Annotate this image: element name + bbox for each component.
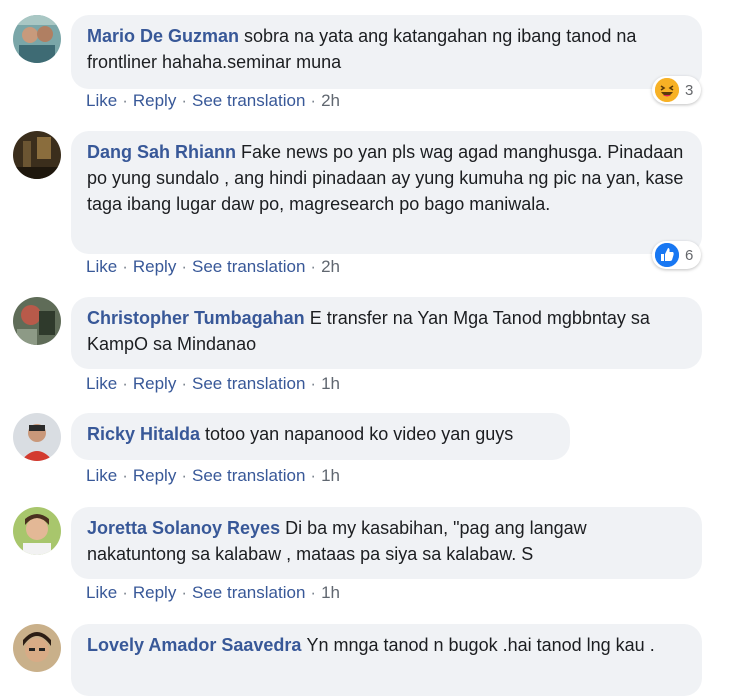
reply-link[interactable]: Reply	[133, 374, 176, 393]
haha-icon	[655, 78, 679, 102]
reaction-badge[interactable]: 3	[652, 76, 702, 104]
comment-author[interactable]: Dang Sah Rhiann	[87, 142, 236, 162]
comment-bubble: Christopher Tumbagahan E transfer na Yan …	[71, 297, 702, 369]
comment-bubble: Joretta Solanoy Reyes Di ba my kasabihan,…	[71, 507, 702, 579]
like-link[interactable]: Like	[86, 583, 117, 602]
comment-bubble: Ricky Hitalda totoo yan napanood ko video…	[71, 413, 570, 460]
comment-author[interactable]: Joretta Solanoy Reyes	[87, 518, 280, 538]
comment-text: Yn mnga tanod n bugok .hai tanod lng kau…	[306, 635, 655, 655]
timestamp[interactable]: 2h	[321, 91, 340, 110]
timestamp[interactable]: 1h	[321, 583, 340, 602]
avatar[interactable]	[13, 624, 61, 672]
comment-actions: Like · Reply · See translation · 1h	[86, 374, 340, 393]
comment-bubble: Lovely Amador Saavedra Yn mnga tanod n bu…	[71, 624, 702, 696]
comment-bubble: Mario De Guzman sobra na yata ang katanga…	[71, 15, 702, 89]
comment-actions: Like · Reply · See translation · 2h	[86, 91, 340, 110]
reply-link[interactable]: Reply	[133, 91, 176, 110]
reaction-badge[interactable]: 6	[652, 241, 702, 269]
timestamp[interactable]: 1h	[321, 374, 340, 393]
like-icon	[655, 243, 679, 267]
see-translation-link[interactable]: See translation	[192, 583, 305, 602]
comment-text: totoo yan napanood ko video yan guys	[205, 424, 514, 444]
avatar[interactable]	[13, 297, 61, 345]
see-translation-link[interactable]: See translation	[192, 466, 305, 485]
comment-actions: Like · Reply · See translation · 2h	[86, 257, 340, 276]
reaction-count: 6	[685, 246, 694, 264]
comment-bubble: Dang Sah Rhiann Fake news po yan pls wag …	[71, 131, 702, 254]
comment-actions: Like · Reply · See translation · 1h	[86, 466, 340, 485]
comment-actions: Like · Reply · See translation · 1h	[86, 583, 340, 602]
avatar[interactable]	[13, 131, 61, 179]
avatar[interactable]	[13, 15, 61, 63]
comment-author[interactable]: Ricky Hitalda	[87, 424, 200, 444]
reply-link[interactable]: Reply	[133, 257, 176, 276]
like-link[interactable]: Like	[86, 91, 117, 110]
see-translation-link[interactable]: See translation	[192, 91, 305, 110]
see-translation-link[interactable]: See translation	[192, 257, 305, 276]
see-translation-link[interactable]: See translation	[192, 374, 305, 393]
reply-link[interactable]: Reply	[133, 466, 176, 485]
like-link[interactable]: Like	[86, 374, 117, 393]
comment-author[interactable]: Christopher Tumbagahan	[87, 308, 305, 328]
like-link[interactable]: Like	[86, 257, 117, 276]
avatar[interactable]	[13, 507, 61, 555]
comment-author[interactable]: Lovely Amador Saavedra	[87, 635, 301, 655]
avatar[interactable]	[13, 413, 61, 461]
reaction-count: 3	[685, 81, 694, 99]
timestamp[interactable]: 1h	[321, 466, 340, 485]
comment-author[interactable]: Mario De Guzman	[87, 26, 239, 46]
like-link[interactable]: Like	[86, 466, 117, 485]
reply-link[interactable]: Reply	[133, 583, 176, 602]
timestamp[interactable]: 2h	[321, 257, 340, 276]
